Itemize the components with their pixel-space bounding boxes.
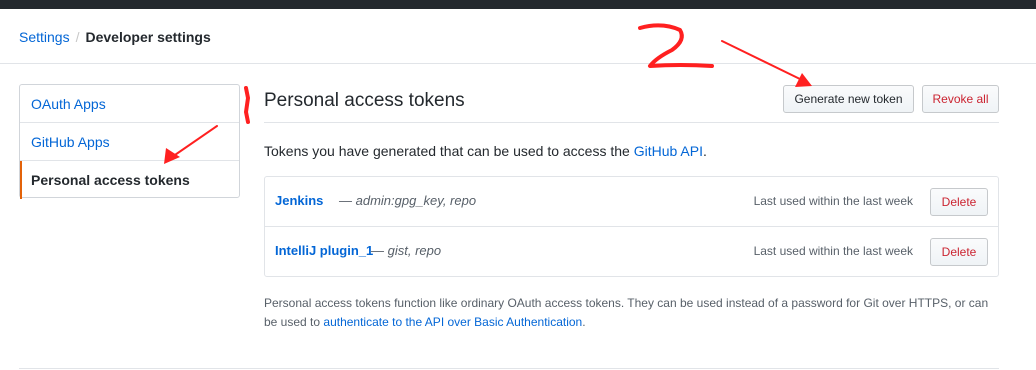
sidebar-item-oauth-apps[interactable]: OAuth Apps — [20, 85, 239, 123]
token-row: Jenkins — admin:gpg_key, repo Last used … — [265, 177, 998, 227]
breadcrumb-current: Developer settings — [85, 29, 211, 45]
header-divider — [0, 63, 1036, 64]
intro-text: Tokens you have generated that can be us… — [264, 143, 707, 159]
footer-divider — [19, 368, 999, 369]
help-note: Personal access tokens function like ord… — [264, 294, 1000, 332]
page-title: Personal access tokens — [264, 90, 465, 111]
sidebar-item-github-apps[interactable]: GitHub Apps — [20, 123, 239, 161]
generate-new-token-button[interactable]: Generate new token — [783, 85, 914, 113]
top-header-bar — [0, 0, 1036, 9]
token-scopes: — gist, repo — [371, 243, 442, 258]
sidebar-menu: OAuth Apps GitHub Apps Personal access t… — [19, 84, 240, 199]
token-scopes: — admin:gpg_key, repo — [339, 193, 477, 208]
delete-token-button[interactable]: Delete — [930, 238, 988, 266]
delete-token-button[interactable]: Delete — [930, 188, 988, 216]
github-api-link[interactable]: GitHub API — [634, 143, 703, 159]
annotation-arrow-generate — [721, 40, 803, 81]
breadcrumb-separator: / — [75, 29, 80, 45]
breadcrumb-settings-link[interactable]: Settings — [19, 29, 70, 45]
basic-authentication-link[interactable]: authenticate to the API over Basic Authe… — [323, 315, 582, 329]
annotation-number-2 — [638, 23, 714, 68]
token-name-link[interactable]: Jenkins — [275, 193, 323, 208]
sidebar-item-personal-access-tokens[interactable]: Personal access tokens — [20, 161, 239, 199]
breadcrumb: Settings / Developer settings — [19, 29, 211, 45]
revoke-all-button[interactable]: Revoke all — [922, 85, 999, 113]
intro-text-end: . — [702, 143, 707, 159]
token-list: Jenkins — admin:gpg_key, repo Last used … — [264, 176, 999, 277]
annotation-number-1 — [244, 86, 250, 124]
token-name-link[interactable]: IntelliJ plugin_1 — [275, 243, 373, 258]
title-divider — [264, 122, 999, 123]
token-last-used: Last used within the last week — [753, 244, 913, 258]
token-row: IntelliJ plugin_1 — gist, repo Last used… — [265, 227, 998, 277]
help-note-end: . — [582, 315, 586, 329]
intro-text-body: Tokens you have generated that can be us… — [264, 143, 634, 159]
token-last-used: Last used within the last week — [753, 194, 913, 208]
